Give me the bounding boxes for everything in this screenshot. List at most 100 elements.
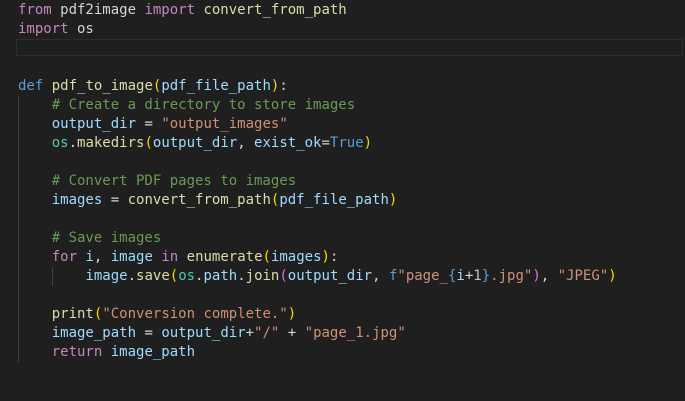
code-line[interactable]: image.save(os.path.join(output_dir, f"pa… [0, 267, 685, 286]
code-token: + [245, 325, 255, 341]
code-token: for [51, 249, 78, 265]
code-token: i [456, 268, 465, 284]
code-line[interactable]: return image_path [0, 343, 685, 362]
code-line-text: # Create a directory to store images [18, 96, 355, 115]
code-line[interactable]: from pdf2image import convert_from_path [0, 1, 685, 20]
code-token: ) [321, 249, 330, 265]
code-token: ( [279, 268, 288, 284]
code-token: ) [363, 135, 373, 151]
code-line[interactable]: import os [0, 20, 685, 39]
code-token: convert_from_path [195, 2, 347, 18]
code-token: = [136, 325, 162, 341]
code-line[interactable]: images = convert_from_path(pdf_file_path… [0, 191, 685, 210]
code-token: image [110, 249, 153, 265]
code-line-text: def pdf_to_image(pdf_file_path): [18, 77, 288, 96]
code-line-text: output_dir = "output_images" [18, 115, 288, 134]
code-token: i [85, 249, 94, 265]
code-token: "/" [254, 325, 280, 341]
code-token: , [93, 249, 111, 265]
code-line[interactable]: os.makedirs(output_dir, exist_ok=True) [0, 134, 685, 153]
code-token: . [237, 268, 246, 284]
code-token: = [136, 116, 162, 132]
code-token: "output_images" [161, 116, 288, 132]
code-token: .jpg" [490, 268, 533, 284]
code-line[interactable]: # Create a directory to store images [0, 96, 685, 115]
code-line[interactable]: # Convert PDF pages to images [0, 172, 685, 191]
code-token: images [270, 249, 322, 265]
code-token: path [203, 268, 238, 284]
code-line-text: from pdf2image import convert_from_path [18, 1, 347, 20]
code-line[interactable] [0, 210, 685, 229]
code-token: ) [532, 268, 541, 284]
code-token: True [329, 135, 364, 151]
code-token: convert_from_path [127, 192, 271, 208]
code-token: ( [144, 135, 153, 151]
code-line[interactable]: image_path = output_dir+"/" + "page_1.jp… [0, 324, 685, 343]
code-line-text: print("Conversion complete.") [18, 305, 296, 324]
code-token: image_path [51, 325, 137, 341]
code-line[interactable]: # Save images [0, 229, 685, 248]
code-token: os [178, 268, 196, 284]
code-token: . [68, 135, 78, 151]
code-token: = [321, 135, 330, 151]
code-line[interactable] [0, 153, 685, 172]
code-token: os [68, 21, 94, 37]
code-token: } [481, 268, 491, 284]
code-token: 1 [473, 268, 482, 284]
code-token: output_dir [51, 116, 137, 132]
code-line-text: images = convert_from_path(pdf_file_path… [18, 191, 398, 210]
code-line[interactable] [0, 58, 685, 77]
code-line-text: return image_path [18, 343, 195, 362]
code-token: , [237, 135, 255, 151]
code-token: pdf_file_path [161, 78, 271, 94]
code-token: pdf_file_path [279, 192, 389, 208]
code-token: pdf_to_image [51, 78, 153, 94]
code-token: : [329, 249, 339, 265]
code-line-text: # Save images [18, 229, 162, 248]
code-token: image [85, 268, 128, 284]
code-token: image_path [110, 344, 196, 360]
code-line[interactable]: output_dir = "output_images" [0, 115, 685, 134]
code-token: output_dir [287, 268, 373, 284]
code-token: "JPEG" [557, 268, 609, 284]
code-token: "Conversion complete." [102, 306, 288, 322]
code-token: # Convert PDF pages to images [51, 173, 297, 189]
code-token: def [18, 78, 44, 94]
code-line[interactable] [0, 286, 685, 305]
code-token: "page_ [397, 268, 448, 284]
code-line-text: import os [18, 20, 94, 39]
code-token: os [51, 135, 69, 151]
code-line-text: for i, image in enumerate(images): [18, 248, 339, 267]
code-line[interactable] [0, 39, 685, 58]
code-token: output_dir [152, 135, 238, 151]
code-line[interactable]: for i, image in enumerate(images): [0, 248, 685, 267]
code-line[interactable]: print("Conversion complete.") [0, 305, 685, 324]
code-line-text: image.save(os.path.join(output_dir, f"pa… [18, 267, 617, 286]
code-token: . [127, 268, 137, 284]
code-token: # Create a directory to store images [51, 97, 356, 113]
code-line-text: # Convert PDF pages to images [18, 172, 296, 191]
code-token: return [51, 344, 103, 360]
code-token: print [51, 306, 94, 322]
code-line-text: os.makedirs(output_dir, exist_ok=True) [18, 134, 372, 153]
code-token: import [144, 2, 196, 18]
code-token: ( [169, 268, 179, 284]
code-editor[interactable]: from pdf2image import convert_from_path i… [0, 0, 685, 401]
code-token: + [279, 325, 305, 341]
code-token: ) [608, 268, 617, 284]
code-token: makedirs [77, 135, 145, 151]
code-line[interactable]: def pdf_to_image(pdf_file_path): [0, 77, 685, 96]
code-token: ) [287, 306, 297, 322]
